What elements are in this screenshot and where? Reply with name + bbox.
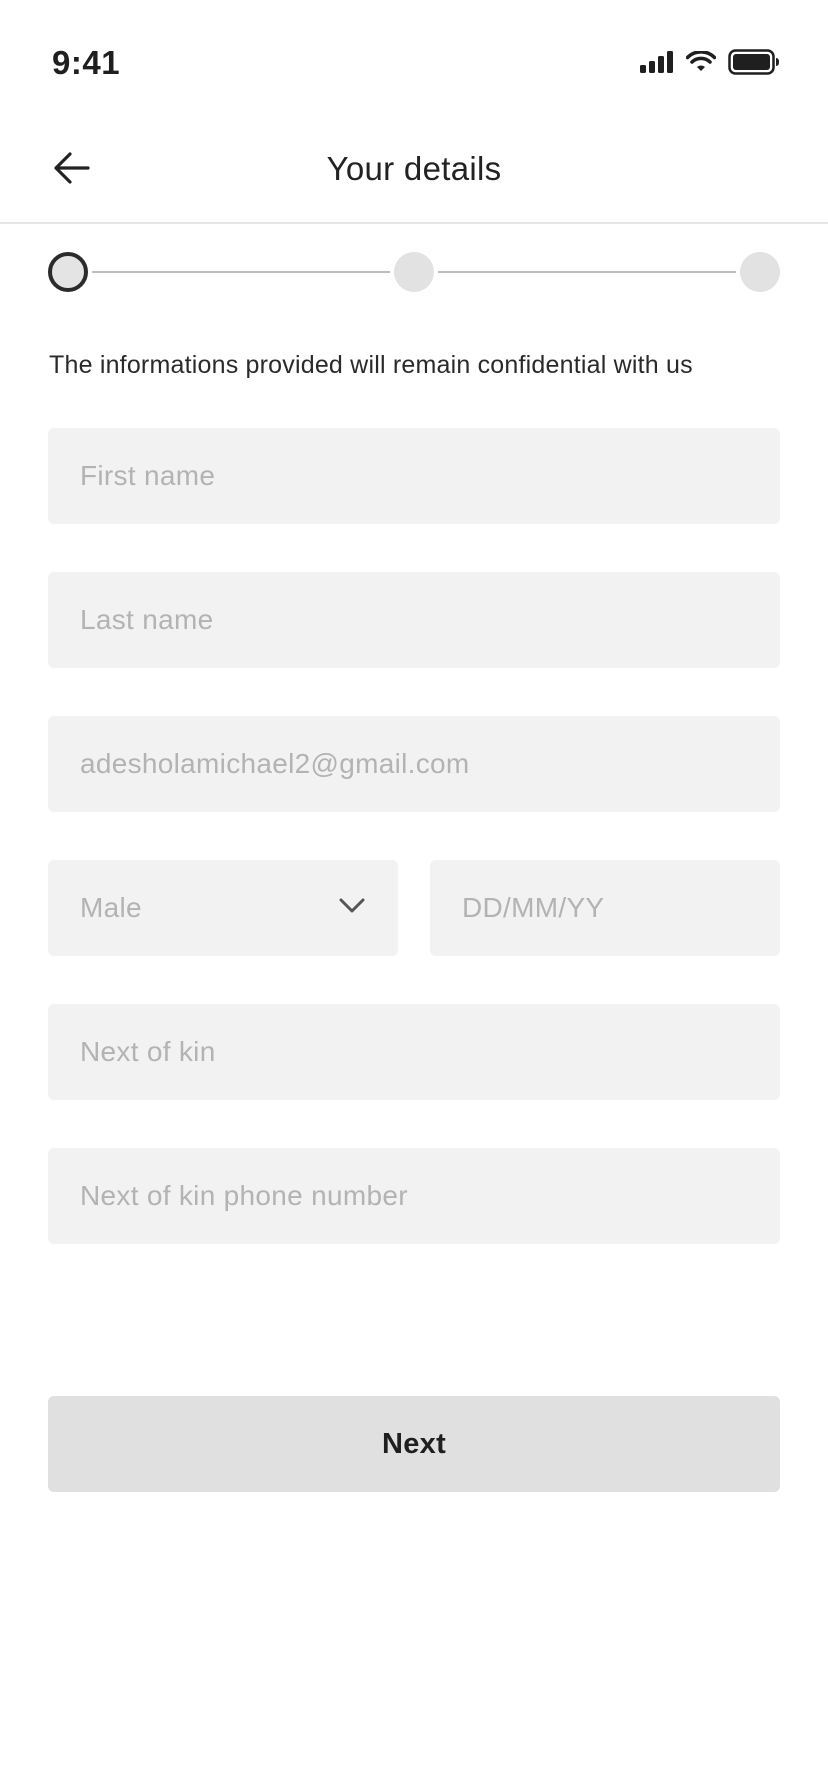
step-2-dot xyxy=(394,252,434,292)
gender-select-value: Male xyxy=(80,892,142,923)
next-of-kin-input[interactable] xyxy=(48,1004,780,1100)
step-3-dot xyxy=(740,252,780,292)
step-1-dot xyxy=(48,252,88,292)
last-name-input[interactable] xyxy=(48,572,780,668)
status-bar: 9:41 xyxy=(0,0,828,120)
confidentiality-note: The informations provided will remain co… xyxy=(49,351,693,379)
battery-icon xyxy=(728,48,780,80)
date-of-birth-input[interactable] xyxy=(430,860,780,956)
status-time: 9:41 xyxy=(52,44,121,81)
email-input[interactable] xyxy=(48,716,780,812)
signal-icon xyxy=(640,50,674,78)
header: Your details xyxy=(0,120,828,224)
chevron-down-icon xyxy=(338,897,366,920)
gender-select[interactable]: Male xyxy=(48,860,398,956)
status-icons xyxy=(640,48,780,80)
next-of-kin-phone-input[interactable] xyxy=(48,1148,780,1244)
step-connector-1 xyxy=(92,271,390,273)
page-title: Your details xyxy=(326,150,502,187)
next-button[interactable]: Next xyxy=(48,1396,780,1492)
wifi-icon xyxy=(685,49,717,78)
step-connector-2 xyxy=(438,271,736,273)
first-name-input[interactable] xyxy=(48,428,780,524)
